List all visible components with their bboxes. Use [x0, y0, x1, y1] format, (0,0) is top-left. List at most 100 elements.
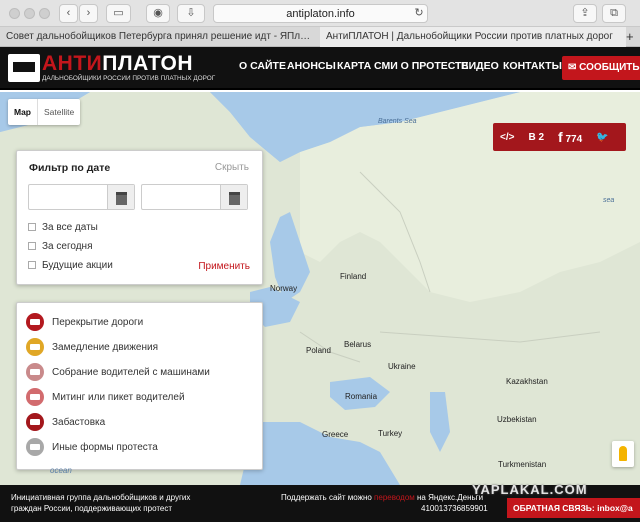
- checkbox-icon[interactable]: [28, 242, 36, 250]
- truck-icon: [8, 54, 40, 82]
- legend-item-label: Забастовка: [52, 417, 106, 428]
- legend-item: Перекрытие дороги: [26, 313, 143, 333]
- label-ukraine: Ukraine: [388, 362, 416, 371]
- zoom-window-icon[interactable]: [39, 8, 50, 19]
- truck-marker-icon: [26, 363, 44, 382]
- vk-icon: В: [528, 131, 536, 143]
- footer-about: Инициативная группа дальнобойщиков и дру…: [11, 492, 190, 514]
- label-kazakhstan: Kazakhstan: [506, 377, 548, 386]
- nav-announcements[interactable]: АНОНСЫ: [287, 60, 336, 72]
- legend-item: Митинг или пикет водителей: [26, 388, 185, 408]
- protest-legend: Перекрытие дороги Замедление движения Собр…: [16, 302, 263, 470]
- facebook-share[interactable]: f 774: [551, 129, 589, 145]
- logo-platon: ПЛАТОН: [102, 52, 194, 75]
- truck-marker-icon: [26, 438, 44, 457]
- embed-code-icon[interactable]: </>: [493, 132, 521, 143]
- shield-icon[interactable]: ◉: [146, 4, 170, 23]
- address-text: antiplaton.info: [286, 8, 355, 20]
- nav-map[interactable]: КАРТА: [337, 60, 371, 72]
- logo-title: АНТИПЛАТОН: [42, 52, 193, 76]
- social-bar: </> В 2 f 774 🐦: [493, 123, 626, 151]
- label-romania: Romania: [345, 392, 378, 401]
- forward-icon[interactable]: ›: [79, 4, 98, 23]
- legend-item-label: Собрание водителей с машинами: [52, 367, 210, 378]
- facebook-count: 774: [565, 134, 583, 145]
- footer-about-line2: граждан России, поддерживающих протест: [11, 504, 173, 513]
- label-turkmenistan: Turkmenistan: [498, 460, 547, 469]
- label-turkey: Turkey: [378, 429, 403, 438]
- logo-subtitle: ДАЛЬНОБОЙЩИКИ РОССИИ ПРОТИВ ПЛАТНЫХ ДОРО…: [42, 75, 216, 82]
- checkbox-icon[interactable]: [28, 223, 36, 231]
- date-to-field[interactable]: [141, 184, 248, 210]
- share-icon[interactable]: ⇪: [573, 4, 597, 23]
- back-icon[interactable]: ‹: [59, 4, 78, 23]
- reload-icon[interactable]: ↻: [413, 5, 425, 21]
- filter-option-future[interactable]: Будущие акции: [28, 260, 113, 271]
- calendar-icon[interactable]: [220, 185, 247, 209]
- checkbox-icon[interactable]: [28, 261, 36, 269]
- date-filter-panel: Фильтр по дате Скрыть За все даты За сег…: [16, 150, 263, 285]
- close-window-icon[interactable]: [9, 8, 20, 19]
- calendar-icon[interactable]: [107, 185, 134, 209]
- site-header: АНТИПЛАТОН ДАЛЬНОБОЙЩИКИ РОССИИ ПРОТИВ П…: [0, 47, 640, 90]
- label-barents-sea: Barents Sea: [378, 118, 417, 125]
- address-bar[interactable]: antiplaton.info: [213, 4, 428, 23]
- footer-support: Поддержать сайт можно переводом на Яндек…: [281, 492, 488, 514]
- truck-marker-icon: [26, 413, 44, 432]
- tab-antiplaton[interactable]: АнтиПЛАТОН | Дальнобойщики России против…: [320, 27, 626, 47]
- map-type-map[interactable]: Map: [8, 99, 38, 125]
- filter-option-label: За сегодня: [42, 241, 93, 252]
- truck-marker-icon: [26, 388, 44, 407]
- truck-marker-icon: [26, 313, 44, 332]
- legend-item-label: Перекрытие дороги: [52, 317, 144, 328]
- nav-about[interactable]: О САЙТЕ: [239, 60, 286, 72]
- tabs-overview-icon[interactable]: ⧉: [602, 4, 626, 23]
- footer-about-line1: Инициативная группа дальнобойщиков и дру…: [11, 493, 191, 502]
- new-tab-icon[interactable]: +: [626, 27, 640, 47]
- report-button[interactable]: ✉ СООБЩИТЬ О: [562, 56, 640, 80]
- filter-title: Фильтр по дате: [29, 162, 111, 174]
- watermark: YAPLAKAL.COM: [472, 482, 588, 497]
- browser-toolbar: ‹ › ▭ ◉ ⇩ antiplaton.info ↻ ⇪ ⧉: [0, 0, 640, 27]
- label-belarus: Belarus: [344, 340, 372, 349]
- vk-count: 2: [538, 131, 545, 143]
- support-account: 410013736859901: [421, 504, 488, 513]
- filter-hide-link[interactable]: Скрыть: [215, 162, 249, 173]
- label-kara-sea: sea: [603, 197, 615, 204]
- apply-filter-button[interactable]: Применить: [198, 261, 250, 272]
- truck-marker-icon: [26, 338, 44, 357]
- nav-contacts[interactable]: КОНТАКТЫ: [503, 60, 562, 72]
- filter-option-label: За все даты: [42, 222, 98, 233]
- street-view-pegman-icon[interactable]: [612, 441, 634, 467]
- feedback-button[interactable]: ОБРАТНАЯ СВЯЗЬ: inbox@a: [507, 498, 640, 518]
- filter-option-today[interactable]: За сегодня: [28, 241, 92, 252]
- label-norway: Norway: [270, 284, 298, 293]
- legend-item-label: Митинг или пикет водителей: [52, 392, 185, 403]
- support-prefix: Поддержать сайт можно: [281, 493, 375, 502]
- filter-option-all[interactable]: За все даты: [28, 222, 98, 233]
- support-link[interactable]: переводом: [374, 493, 415, 502]
- sidebar-icon[interactable]: ▭: [106, 4, 131, 23]
- vk-share[interactable]: В 2: [521, 132, 551, 143]
- map-type-satellite[interactable]: Satellite: [38, 99, 80, 125]
- minimize-window-icon[interactable]: [24, 8, 35, 19]
- report-label: СООБЩИТЬ О: [579, 62, 640, 73]
- label-poland: Poland: [306, 346, 331, 355]
- legend-item: Собрание водителей с машинами: [26, 363, 210, 383]
- legend-item: Иные формы протеста: [26, 438, 158, 458]
- label-finland: Finland: [340, 272, 367, 281]
- label-uzbekistan: Uzbekistan: [497, 415, 537, 424]
- date-from-field[interactable]: [28, 184, 135, 210]
- twitter-icon[interactable]: 🐦: [589, 132, 615, 143]
- label-ocean: ocean: [50, 466, 72, 475]
- nav-media[interactable]: СМИ О ПРОТЕСТЕ: [374, 60, 468, 72]
- site-logo[interactable]: АНТИПЛАТОН ДАЛЬНОБОЙЩИКИ РОССИИ ПРОТИВ П…: [8, 52, 215, 84]
- tab-yaplakal[interactable]: Совет дальнобойщиков Петербурга принял р…: [0, 27, 318, 47]
- nav-video[interactable]: ВИДЕО: [461, 60, 499, 72]
- legend-item-label: Иные формы протеста: [52, 442, 158, 453]
- legend-item: Замедление движения: [26, 338, 158, 358]
- logo-anti: АНТИ: [42, 52, 103, 75]
- legend-item-label: Замедление движения: [52, 342, 159, 353]
- download-icon[interactable]: ⇩: [177, 4, 205, 23]
- filter-option-label: Будущие акции: [42, 260, 113, 271]
